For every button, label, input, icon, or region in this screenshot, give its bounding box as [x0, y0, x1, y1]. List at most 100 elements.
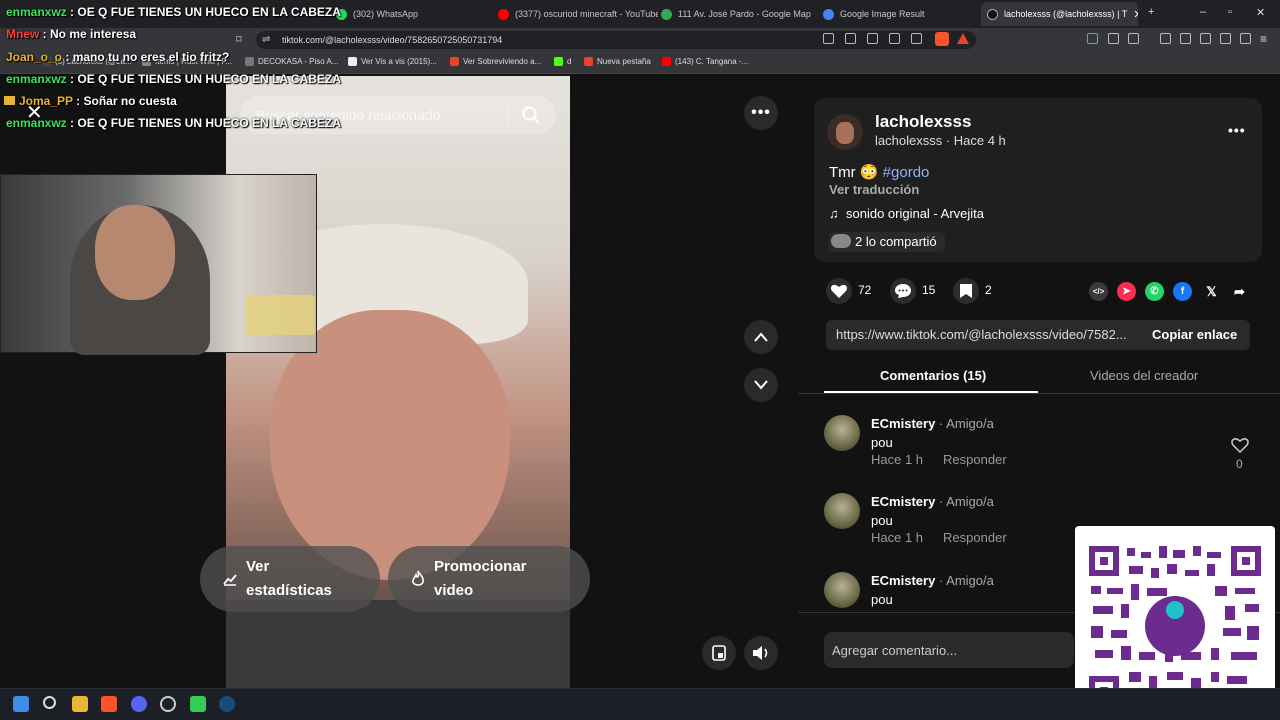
- audio-icon[interactable]: [1087, 33, 1098, 44]
- brave-rewards-icon[interactable]: [957, 33, 969, 44]
- maximize-icon[interactable]: ▫: [1228, 6, 1232, 18]
- reply-button[interactable]: Responder: [943, 530, 1007, 545]
- comment-placeholder: Agregar comentario...: [832, 643, 958, 658]
- sidebar-icon[interactable]: [1180, 33, 1191, 44]
- search-icon[interactable]: [521, 105, 541, 125]
- sound-link[interactable]: ♫ sonido original - Arvejita: [829, 206, 984, 221]
- discord-icon[interactable]: [131, 696, 147, 712]
- p-icon: [348, 57, 357, 66]
- bookmark-item[interactable]: DECOKASA - Piso A...: [245, 57, 338, 66]
- bookmark-item[interactable]: Nueva pestaña: [584, 57, 651, 66]
- puzzle-icon[interactable]: [1108, 33, 1119, 44]
- comment-author[interactable]: ECmistery · Amigo/a: [871, 416, 994, 431]
- comment-author[interactable]: ECmistery · Amigo/a: [871, 573, 994, 588]
- file-explorer-icon[interactable]: [72, 696, 88, 712]
- menu-icon[interactable]: ≡: [1260, 32, 1267, 46]
- comment-author[interactable]: ECmistery · Amigo/a: [871, 494, 994, 509]
- chart-icon: [223, 574, 237, 586]
- comment-count: 15: [922, 283, 936, 297]
- windows-start-icon[interactable]: [13, 696, 29, 712]
- close-video-icon[interactable]: ✕: [26, 100, 43, 125]
- bookmark-item[interactable]: Ver Vis a vis (2015)...: [348, 57, 437, 66]
- shared-badge[interactable]: 2 lo compartió: [829, 232, 945, 252]
- tab-whatsapp[interactable]: (302) WhatsApp: [336, 4, 486, 24]
- chevron-up-icon: [754, 332, 768, 342]
- x-share-icon[interactable]: 𝕏: [1202, 282, 1221, 301]
- search-divider: [508, 103, 509, 127]
- share-page-icon[interactable]: [911, 33, 922, 44]
- tab-google-image[interactable]: Google Image Result: [823, 4, 973, 24]
- media-icon[interactable]: [1128, 33, 1139, 44]
- music-icon[interactable]: [1160, 33, 1171, 44]
- flame-icon: [412, 570, 424, 586]
- screenshot-icon[interactable]: [845, 33, 856, 44]
- bookmark-item[interactable]: (143) C. Tangana -...: [662, 57, 748, 66]
- bookmark-item[interactable]: Ver Sobreviviendo a...: [450, 57, 541, 66]
- taskbar-search-icon[interactable]: [43, 696, 56, 709]
- close-tab-icon[interactable]: ✕: [1133, 8, 1138, 21]
- heart-icon: [830, 284, 848, 298]
- hashtag-link[interactable]: #gordo: [883, 164, 930, 181]
- previous-video-button[interactable]: [744, 320, 778, 354]
- pip-button[interactable]: [702, 636, 736, 670]
- share-arrow-icon[interactable]: ➦: [1230, 282, 1249, 301]
- comment-avatar[interactable]: [824, 572, 860, 608]
- comment-text: pou: [871, 435, 893, 450]
- tab-youtube[interactable]: (3377) oscuriod minecraft - YouTube: [498, 4, 658, 24]
- whatsapp-share-icon[interactable]: ✆: [1145, 282, 1164, 301]
- leo-icon[interactable]: [1220, 33, 1231, 44]
- video-link[interactable]: https://www.tiktok.com/@lacholexsss/vide…: [836, 327, 1127, 342]
- site-info-icon[interactable]: ⇌: [262, 34, 270, 45]
- comment-avatar[interactable]: [824, 415, 860, 451]
- copy-link-button[interactable]: Copiar enlace: [1152, 327, 1237, 342]
- chat-message: Mnew : No me interesa: [6, 27, 137, 41]
- wallet-icon[interactable]: [1200, 33, 1211, 44]
- chat-message: enmanxwz : OE Q FUE TIENES UN HUECO EN L…: [6, 5, 341, 19]
- volume-button[interactable]: [744, 636, 778, 670]
- game-launcher-icon[interactable]: [190, 696, 206, 712]
- send-to-friends-icon[interactable]: ➤: [1117, 282, 1136, 301]
- bookmark-item[interactable]: d: [554, 57, 571, 66]
- youtube-icon: [662, 57, 671, 66]
- music-note-icon: ♫: [829, 206, 839, 221]
- minimize-icon[interactable]: –: [1200, 6, 1206, 18]
- chat-message: Joan_o_o : mano tu no eres el tio fritz?: [6, 50, 230, 64]
- site-icon: [450, 57, 459, 66]
- post-more-icon[interactable]: •••: [1228, 122, 1246, 138]
- view-stats-button[interactable]: Ver estadísticas: [200, 546, 380, 612]
- vpn-icon[interactable]: [1240, 33, 1251, 44]
- next-video-button[interactable]: [744, 368, 778, 402]
- settings-gear-icon[interactable]: [160, 696, 176, 712]
- globe-icon: [245, 57, 254, 66]
- chevron-down-icon: [754, 380, 768, 390]
- brave-taskbar-icon[interactable]: [101, 696, 117, 712]
- tab-comments[interactable]: Comentarios (15): [880, 368, 986, 383]
- steam-icon[interactable]: [219, 696, 235, 712]
- desk-items: [245, 295, 315, 335]
- close-window-icon[interactable]: ✕: [1256, 6, 1265, 19]
- facebook-share-icon[interactable]: f: [1173, 282, 1192, 301]
- embed-icon[interactable]: </>: [1089, 282, 1108, 301]
- google-icon: [823, 8, 834, 20]
- brave-shield-icon[interactable]: [935, 32, 949, 46]
- creator-avatar[interactable]: [827, 114, 863, 150]
- more-options-button[interactable]: •••: [744, 96, 778, 130]
- translate-link[interactable]: Ver traducción: [829, 182, 919, 197]
- reply-button[interactable]: Responder: [943, 452, 1007, 467]
- promote-video-button[interactable]: Promocionar video: [388, 546, 590, 612]
- tab-tiktok[interactable]: lacholexsss (@lacholexsss) | T ✕: [981, 2, 1138, 26]
- comment-meta: Hace 1 h Responder: [871, 530, 1007, 545]
- translate-icon[interactable]: [867, 33, 878, 44]
- zoom-icon[interactable]: [889, 33, 900, 44]
- extension-icon[interactable]: [823, 33, 834, 44]
- tab-creator-videos[interactable]: Videos del creador: [1090, 368, 1198, 383]
- comment-like-count: 0: [1236, 457, 1243, 471]
- comment-like-icon[interactable]: [1231, 437, 1249, 453]
- comment-avatar[interactable]: [824, 493, 860, 529]
- bookmark-star-icon[interactable]: ⌑: [236, 33, 242, 46]
- youtube-icon: [498, 8, 509, 20]
- tab-google-maps[interactable]: 111 Av. José Pardo - Google Maps: [661, 4, 811, 24]
- new-tab-icon[interactable]: +: [1148, 6, 1154, 18]
- creator-handle-time: lacholexsss · Hace 4 h: [875, 133, 1006, 148]
- creator-display-name[interactable]: lacholexsss: [875, 112, 971, 132]
